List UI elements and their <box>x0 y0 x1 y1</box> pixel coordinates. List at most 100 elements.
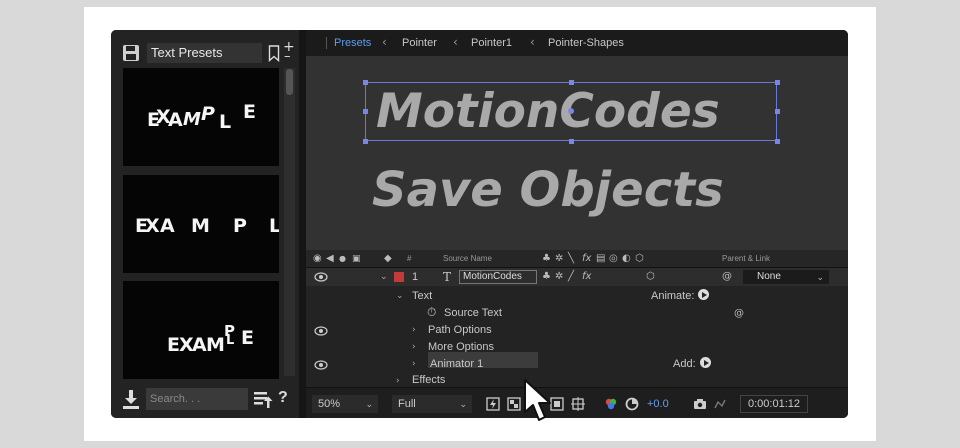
fx-switch-icon[interactable]: fx <box>582 271 591 283</box>
eye-icon[interactable] <box>314 360 328 370</box>
transform-handle[interactable] <box>569 139 574 144</box>
column-parent-link[interactable]: Parent & Link <box>722 253 770 265</box>
breadcrumb-pointer-shapes[interactable]: Pointer-Shapes <box>548 35 624 51</box>
preset-thumbnail[interactable]: E X A M P L <box>123 175 281 273</box>
presets-scrollbar[interactable] <box>284 68 295 376</box>
resolution-value: Full <box>398 398 416 410</box>
presets-title[interactable]: Text Presets <box>147 43 262 63</box>
reset-exposure-icon[interactable] <box>625 397 639 411</box>
expand-arrow-icon[interactable]: ⌄ <box>380 271 388 283</box>
collapse-icon[interactable]: ✲ <box>555 253 563 265</box>
camera-snapshot-icon[interactable] <box>693 397 707 411</box>
expand-arrow-icon[interactable]: › <box>412 324 416 336</box>
stopwatch-icon[interactable]: ⏱ <box>427 305 436 319</box>
eye-icon[interactable]: ◉ <box>313 253 322 265</box>
svg-text:M: M <box>191 215 210 237</box>
shy-icon[interactable]: ♣ <box>542 253 551 265</box>
layer-row[interactable]: ⌄ 1 T MotionCodes ♣ ✲ ╱ fx ⬡ @ None ⌄ <box>306 268 848 286</box>
save-icon[interactable] <box>122 44 140 62</box>
import-list-icon[interactable] <box>253 389 273 409</box>
3d-layer-icon[interactable]: ⬡ <box>635 253 644 265</box>
download-icon[interactable] <box>122 388 140 410</box>
preset-thumbnail[interactable]: E X A M P L E <box>123 68 279 166</box>
breadcrumb: Presets ‹ Pointer ‹ Pointer1 ‹ Pointer-S… <box>306 30 848 56</box>
label-color-swatch[interactable] <box>394 272 404 282</box>
preset-spaced-text: E X A M P L <box>135 215 281 237</box>
transform-handle[interactable] <box>363 139 368 144</box>
prop-text[interactable]: Text <box>412 289 432 303</box>
help-icon[interactable]: ? <box>278 386 288 410</box>
layer-index: 1 <box>412 271 419 283</box>
channels-icon[interactable] <box>604 397 618 411</box>
zoom-value: 50% <box>318 398 341 410</box>
motion-blur-icon[interactable]: ◎ <box>609 253 618 265</box>
quality-switch-icon[interactable]: ╱ <box>568 271 574 283</box>
preset-thumbnail[interactable]: E X A M P L E <box>123 281 279 379</box>
transparency-grid-icon[interactable] <box>507 397 521 411</box>
breadcrumb-pointer[interactable]: Pointer <box>402 35 437 51</box>
viewer-toolbar: 50% ⌄ Full ⌄ +0.0 0:00:01:12 <box>306 387 848 418</box>
exposure-value[interactable]: +0.0 <box>647 396 669 412</box>
transform-handle[interactable] <box>363 109 368 114</box>
expand-arrow-icon[interactable]: › <box>412 341 416 353</box>
scrollbar-thumb[interactable] <box>286 69 293 95</box>
svg-text:A: A <box>192 334 207 356</box>
parent-value: None <box>757 271 781 282</box>
composition-area: Presets ‹ Pointer ‹ Pointer1 ‹ Pointer-S… <box>306 30 848 418</box>
panel-divider[interactable] <box>299 30 306 418</box>
expand-arrow-icon[interactable]: › <box>412 358 416 370</box>
expand-arrow-icon[interactable]: ⌄ <box>396 290 404 302</box>
resolution-select[interactable]: Full ⌄ <box>392 395 472 413</box>
collapse-switch-icon[interactable]: ✲ <box>555 271 563 283</box>
transform-handle[interactable] <box>363 80 368 85</box>
add-button[interactable]: Add: <box>673 357 711 371</box>
animate-label: Animate: <box>651 290 695 302</box>
transform-handle[interactable] <box>775 139 780 144</box>
breadcrumb-pointer1[interactable]: Pointer1 <box>471 35 512 51</box>
quality-icon[interactable]: ╲ <box>568 253 574 265</box>
lock-icon[interactable]: ▣ <box>352 253 361 265</box>
parent-select[interactable]: None ⌄ <box>743 270 829 284</box>
anchor-point[interactable] <box>568 108 574 114</box>
expression-pick-whip-icon[interactable]: @ <box>734 308 744 320</box>
column-hash: # <box>407 254 412 263</box>
prop-path-options[interactable]: Path Options <box>428 323 492 337</box>
bookmark-icon[interactable] <box>268 45 280 62</box>
after-effects-window: Text Presets + – E X A M P L E E X A M P… <box>111 30 848 418</box>
solo-icon[interactable]: ● <box>339 253 346 265</box>
prop-effects[interactable]: Effects <box>412 373 445 387</box>
shy-switch-icon[interactable]: ♣ <box>542 271 551 283</box>
zoom-select[interactable]: 50% ⌄ <box>312 395 378 413</box>
composition-viewer[interactable]: MotionCodes Save Objects <box>306 56 848 250</box>
breadcrumb-separator-icon: ‹ <box>453 35 458 49</box>
svg-text:M: M <box>183 109 201 130</box>
show-snapshot-icon[interactable] <box>713 397 727 411</box>
effects-fx-icon[interactable]: fx <box>582 253 591 265</box>
transform-handle[interactable] <box>775 109 780 114</box>
transform-handle[interactable] <box>775 80 780 85</box>
prop-source-text[interactable]: Source Text <box>444 306 502 320</box>
eye-icon[interactable] <box>314 326 328 336</box>
transform-handle[interactable] <box>569 80 574 85</box>
grid-guides-icon[interactable] <box>571 397 585 411</box>
column-source-name[interactable]: Source Name <box>443 253 492 265</box>
pick-whip-icon[interactable]: @ <box>722 271 732 283</box>
search-input[interactable] <box>146 388 248 410</box>
chevron-down-icon: ⌄ <box>459 399 467 409</box>
minus-icon[interactable]: – <box>284 50 291 63</box>
layer-name[interactable]: MotionCodes <box>459 270 537 284</box>
current-time-display[interactable]: 0:00:01:12 <box>740 395 808 413</box>
prop-animator-1[interactable]: Animator 1 <box>430 357 483 371</box>
comp-text-line2[interactable]: Save Objects <box>372 161 724 219</box>
label-tag-icon[interactable]: ◆ <box>384 253 392 265</box>
eye-icon[interactable] <box>314 272 328 282</box>
animate-button[interactable]: Animate: <box>651 289 710 303</box>
frame-blend-icon[interactable]: ▤ <box>596 253 605 265</box>
3d-switch-icon[interactable]: ⬡ <box>646 271 655 283</box>
audio-icon[interactable]: ◀ <box>326 253 334 265</box>
adjustment-layer-icon[interactable]: ◐ <box>622 253 631 265</box>
svg-text:P: P <box>233 215 247 237</box>
breadcrumb-presets[interactable]: Presets <box>334 35 371 51</box>
expand-arrow-icon[interactable]: › <box>396 375 400 387</box>
fast-preview-icon[interactable] <box>486 397 500 411</box>
